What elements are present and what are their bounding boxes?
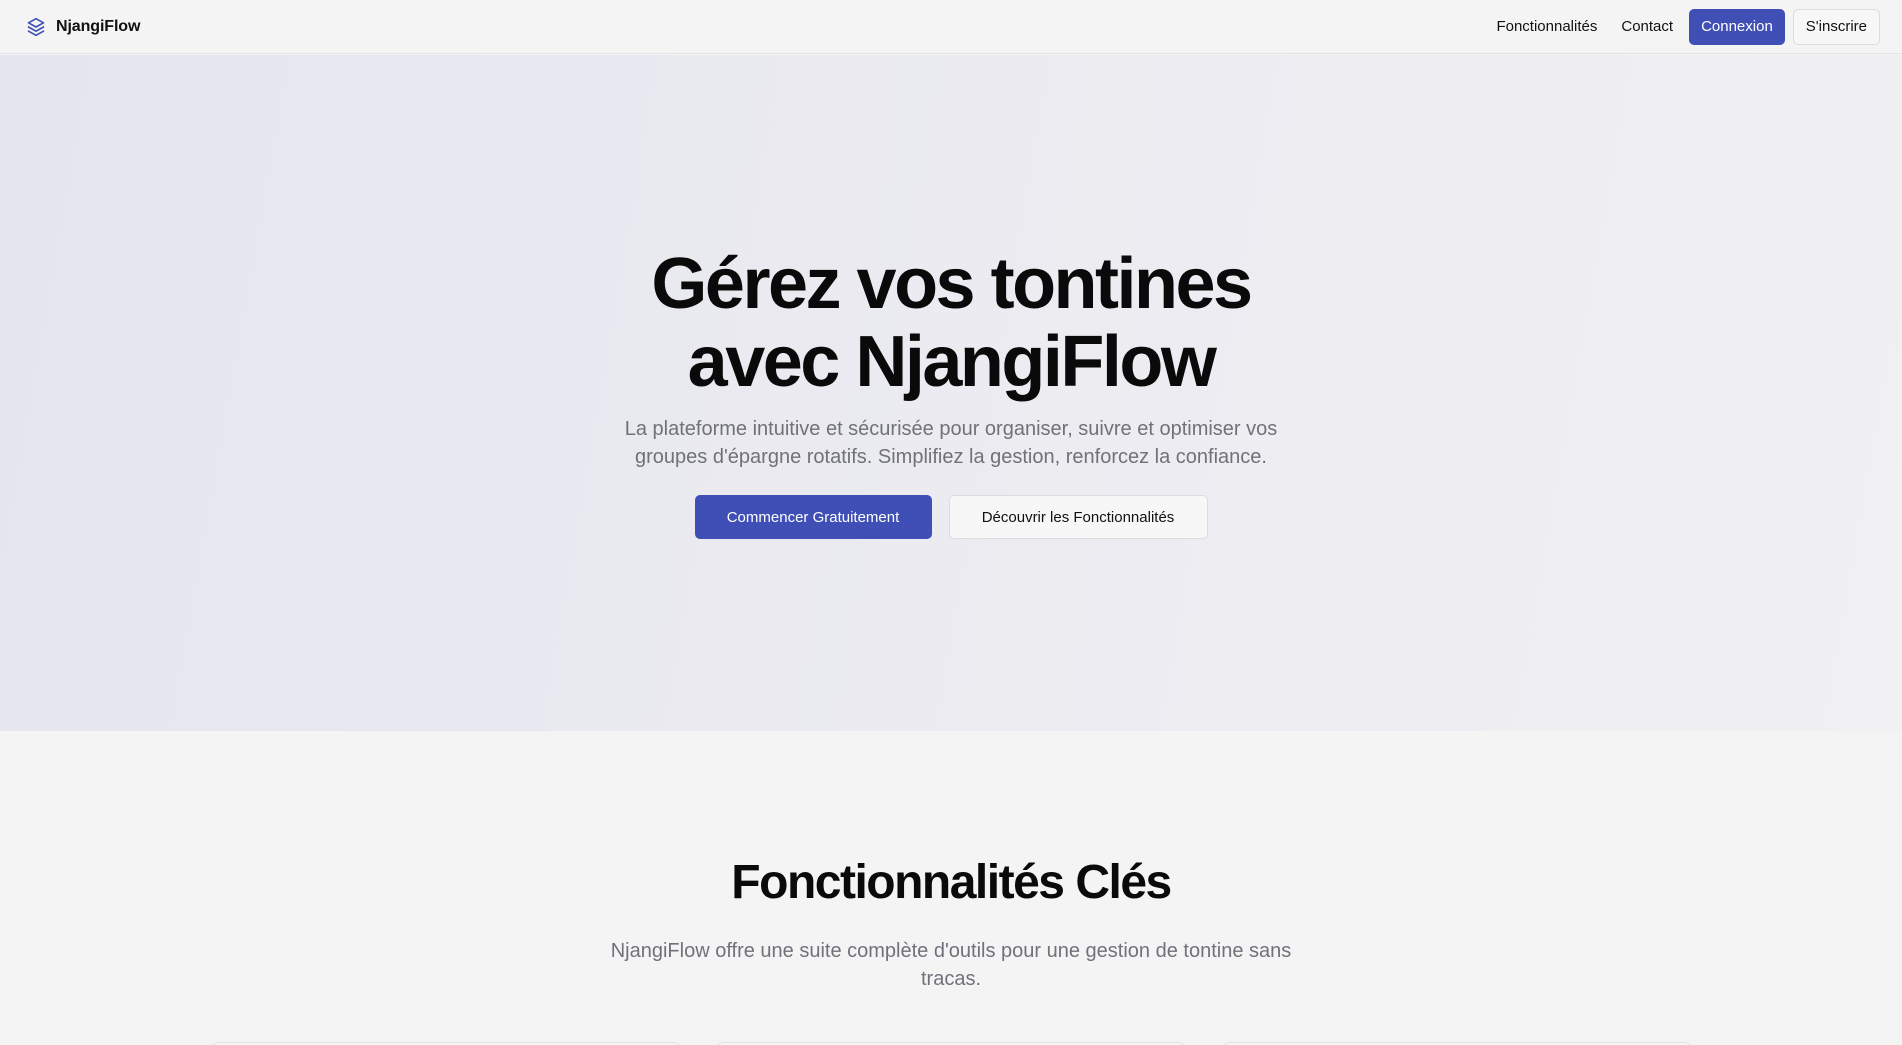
- main-nav: Fonctionnalités Contact Connexion S'insc…: [1484, 8, 1880, 45]
- features-subtitle: NjangiFlow offre une suite complète d'ou…: [610, 940, 1292, 990]
- nav-link-contact[interactable]: Contact: [1609, 18, 1685, 35]
- layers-icon: [27, 17, 45, 36]
- login-button[interactable]: Connexion: [1689, 8, 1785, 45]
- hero-title-line1: Gérez vos tontines: [651, 244, 1253, 324]
- signup-button[interactable]: S'inscrire: [1792, 8, 1880, 45]
- hero-title: Gérez vos tontines avec NjangiFlow: [0, 245, 1902, 401]
- features-title: Fonctionnalités Clés: [731, 856, 1172, 909]
- start-free-button[interactable]: Commencer Gratuitement: [694, 495, 932, 539]
- discover-features-button[interactable]: Découvrir les Fonctionnalités: [948, 495, 1208, 539]
- hero-subtitle: La plateforme intuitive et sécurisée pou…: [624, 418, 1278, 468]
- hero-actions: Commencer Gratuitement Découvrir les Fon…: [0, 495, 1902, 539]
- nav-link-features[interactable]: Fonctionnalités: [1484, 18, 1609, 35]
- hero-title-line2: avec NjangiFlow: [687, 322, 1217, 402]
- top-navbar: NjangiFlow Fonctionnalités Contact Conne…: [0, 0, 1902, 54]
- hero-section: Gérez vos tontines avec NjangiFlow La pl…: [0, 55, 1902, 731]
- landing-page: NjangiFlow Fonctionnalités Contact Conne…: [0, 0, 1902, 1045]
- features-section: Fonctionnalités Clés NjangiFlow offre un…: [0, 731, 1902, 1045]
- brand-logo[interactable]: NjangiFlow: [26, 16, 140, 38]
- brand-name: NjangiFlow: [56, 17, 141, 35]
